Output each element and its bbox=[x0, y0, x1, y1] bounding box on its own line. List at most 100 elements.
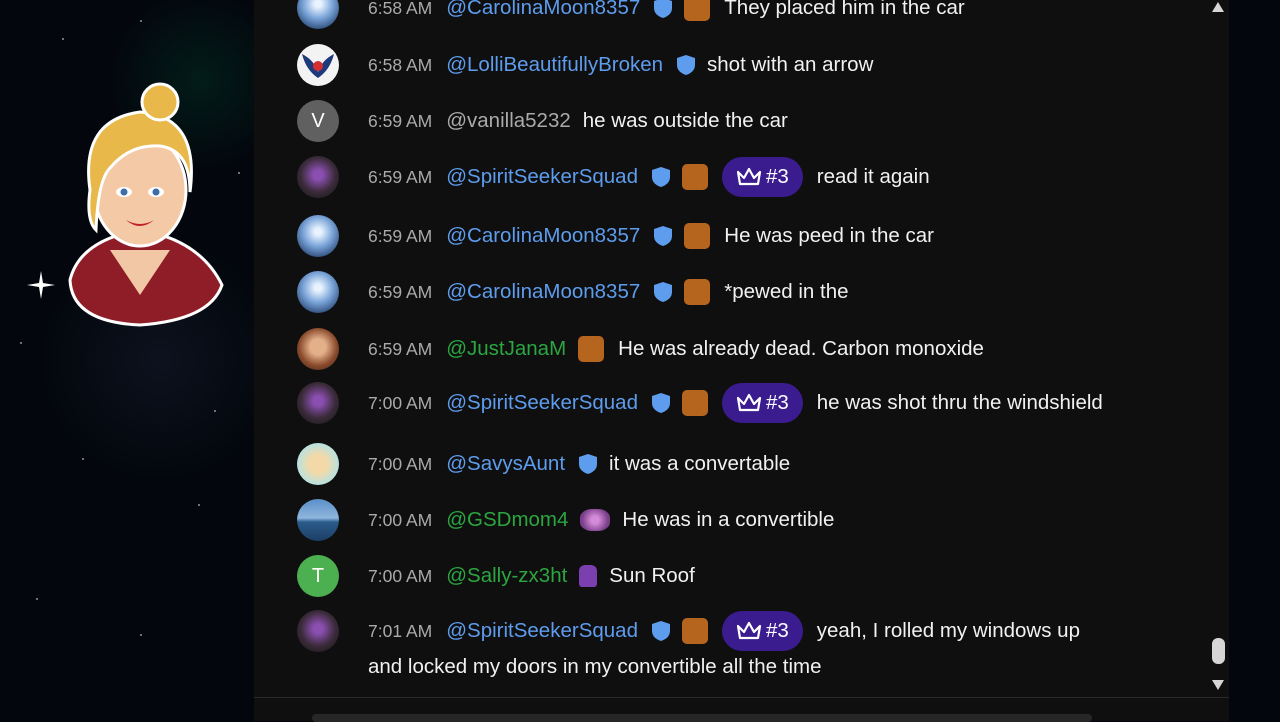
timestamp: 6:59 AM bbox=[368, 338, 433, 359]
author-name[interactable]: @SpiritSeekerSquad bbox=[446, 165, 638, 189]
avatar[interactable] bbox=[297, 0, 339, 29]
message-text: Sun Roof bbox=[609, 564, 695, 587]
avatar[interactable] bbox=[297, 215, 339, 257]
chat-message[interactable]: T 7:00 AM @Sally-zx3ht Sun Roof bbox=[254, 555, 1194, 608]
stream-overlay-panel bbox=[0, 0, 254, 720]
message-text: He was peed in the car bbox=[724, 224, 934, 247]
member-badge-icon bbox=[580, 509, 611, 531]
message-line: 7:00 AM @SpiritSeekerSquad #3 he was sho… bbox=[368, 383, 1103, 423]
message-line: 6:58 AM @CarolinaMoon8357 They placed hi… bbox=[368, 0, 965, 24]
member-badge-icon bbox=[681, 164, 708, 190]
member-badge-icon bbox=[684, 223, 711, 249]
chat-message[interactable]: 6:59 AM @CarolinaMoon8357 He was peed in… bbox=[254, 215, 1194, 268]
rank-label: #3 bbox=[765, 165, 789, 188]
message-text: They placed him in the car bbox=[724, 0, 965, 19]
author-name[interactable]: @SavysAunt bbox=[446, 452, 565, 476]
message-text: he was shot thru the windshield bbox=[816, 391, 1103, 414]
member-badge-icon bbox=[684, 0, 711, 21]
timestamp: 6:59 AM bbox=[368, 281, 433, 302]
avatar[interactable] bbox=[297, 610, 339, 652]
chat-input[interactable] bbox=[312, 714, 1092, 722]
star bbox=[238, 172, 240, 174]
message-line: 6:58 AM @LolliBeautifullyBroken shot wit… bbox=[368, 49, 873, 81]
member-badge-icon bbox=[684, 279, 711, 305]
crown-icon bbox=[736, 167, 762, 186]
message-text: He was already dead. Carbon monoxide bbox=[618, 337, 984, 360]
timestamp: 6:59 AM bbox=[368, 166, 433, 187]
chat-message[interactable]: V 6:59 AM @vanilla5232 he was outside th… bbox=[254, 100, 1194, 153]
rank-badge: #3 bbox=[721, 611, 803, 651]
member-badge-icon bbox=[681, 618, 708, 644]
chat-message[interactable]: 6:59 AM @CarolinaMoon8357 *pewed in the bbox=[254, 271, 1194, 324]
avatar[interactable] bbox=[297, 271, 339, 313]
timestamp: 6:59 AM bbox=[368, 225, 433, 246]
star bbox=[140, 20, 142, 22]
moderator-shield-icon bbox=[654, 282, 673, 302]
chat-message[interactable]: 7:00 AM @GSDmom4 He was in a convertible bbox=[254, 499, 1194, 552]
chat-message[interactable]: 6:58 AM @LolliBeautifullyBroken shot wit… bbox=[254, 44, 1194, 97]
message-line: 7:01 AM @SpiritSeekerSquad #3 yeah, I ro… bbox=[368, 611, 1080, 651]
timestamp: 6:58 AM bbox=[368, 0, 433, 18]
star bbox=[36, 598, 38, 600]
moderator-shield-icon bbox=[654, 0, 673, 18]
moderator-shield-icon bbox=[651, 167, 670, 187]
star bbox=[140, 634, 142, 636]
author-name[interactable]: @SpiritSeekerSquad bbox=[446, 391, 638, 415]
member-badge-icon bbox=[579, 565, 598, 587]
chat-input-bar bbox=[254, 697, 1229, 722]
chat-scrollbar-thumb[interactable] bbox=[1212, 638, 1225, 664]
author-name[interactable]: @CarolinaMoon8357 bbox=[446, 280, 640, 304]
chat-message[interactable]: 7:00 AM @SpiritSeekerSquad #3 he was sho… bbox=[254, 382, 1194, 435]
avatar[interactable] bbox=[297, 443, 339, 485]
author-name[interactable]: @JustJanaM bbox=[446, 337, 566, 361]
avatar[interactable]: V bbox=[297, 100, 339, 142]
chat-message[interactable]: 6:58 AM @CarolinaMoon8357 They placed hi… bbox=[254, 0, 1194, 40]
timestamp: 6:59 AM bbox=[368, 110, 433, 131]
message-text: shot with an arrow bbox=[707, 53, 874, 76]
chat-message[interactable]: 6:59 AM @SpiritSeekerSquad #3 read it ag… bbox=[254, 156, 1194, 209]
author-name[interactable]: @CarolinaMoon8357 bbox=[446, 224, 640, 248]
avatar[interactable] bbox=[297, 44, 339, 86]
chat-message[interactable]: 7:01 AM @SpiritSeekerSquad #3 yeah, I ro… bbox=[254, 610, 1194, 695]
message-text: read it again bbox=[816, 165, 930, 188]
author-name[interactable]: @GSDmom4 bbox=[446, 508, 568, 532]
timestamp: 7:00 AM bbox=[368, 453, 433, 474]
chat-message[interactable]: 7:00 AM @SavysAunt it was a convertable bbox=[254, 443, 1194, 496]
message-line: 6:59 AM @CarolinaMoon8357 *pewed in the bbox=[368, 276, 849, 308]
author-name[interactable]: @vanilla5232 bbox=[446, 109, 571, 133]
avatar[interactable] bbox=[297, 156, 339, 198]
rank-badge: #3 bbox=[721, 157, 803, 197]
member-badge-icon bbox=[578, 336, 605, 362]
avatar[interactable] bbox=[297, 328, 339, 370]
star bbox=[214, 410, 216, 412]
author-name[interactable]: @Sally-zx3ht bbox=[446, 564, 567, 588]
star bbox=[62, 38, 64, 40]
author-name[interactable]: @CarolinaMoon8357 bbox=[446, 0, 640, 20]
message-line: 7:00 AM @GSDmom4 He was in a convertible bbox=[368, 504, 834, 536]
member-badge-icon bbox=[681, 390, 708, 416]
rank-badge: #3 bbox=[721, 383, 803, 423]
author-name[interactable]: @SpiritSeekerSquad bbox=[446, 619, 638, 643]
avatar[interactable]: T bbox=[297, 555, 339, 597]
scroll-down-arrow-icon[interactable] bbox=[1210, 678, 1226, 692]
message-line: 6:59 AM @SpiritSeekerSquad #3 read it ag… bbox=[368, 157, 930, 197]
scroll-up-arrow-icon[interactable] bbox=[1210, 0, 1226, 14]
timestamp: 7:00 AM bbox=[368, 392, 433, 413]
moderator-shield-icon bbox=[579, 454, 598, 474]
right-margin bbox=[1229, 0, 1280, 720]
chat-message[interactable]: 6:59 AM @JustJanaM He was already dead. … bbox=[254, 328, 1194, 381]
timestamp: 7:01 AM bbox=[368, 620, 433, 641]
moderator-shield-icon bbox=[651, 393, 670, 413]
author-name[interactable]: @LolliBeautifullyBroken bbox=[446, 53, 663, 77]
timestamp: 7:00 AM bbox=[368, 565, 433, 586]
streamer-avatar-illustration bbox=[68, 82, 224, 327]
avatar[interactable] bbox=[297, 382, 339, 424]
avatar[interactable] bbox=[297, 499, 339, 541]
star bbox=[82, 458, 84, 460]
moderator-shield-icon bbox=[651, 621, 670, 641]
message-text-continued: and locked my doors in my convertible al… bbox=[368, 655, 822, 678]
live-chat-panel[interactable]: 6:58 AM @CarolinaMoon8357 They placed hi… bbox=[254, 0, 1229, 697]
message-text: *pewed in the bbox=[724, 280, 849, 303]
moderator-shield-icon bbox=[654, 226, 673, 246]
crown-icon bbox=[736, 393, 762, 412]
